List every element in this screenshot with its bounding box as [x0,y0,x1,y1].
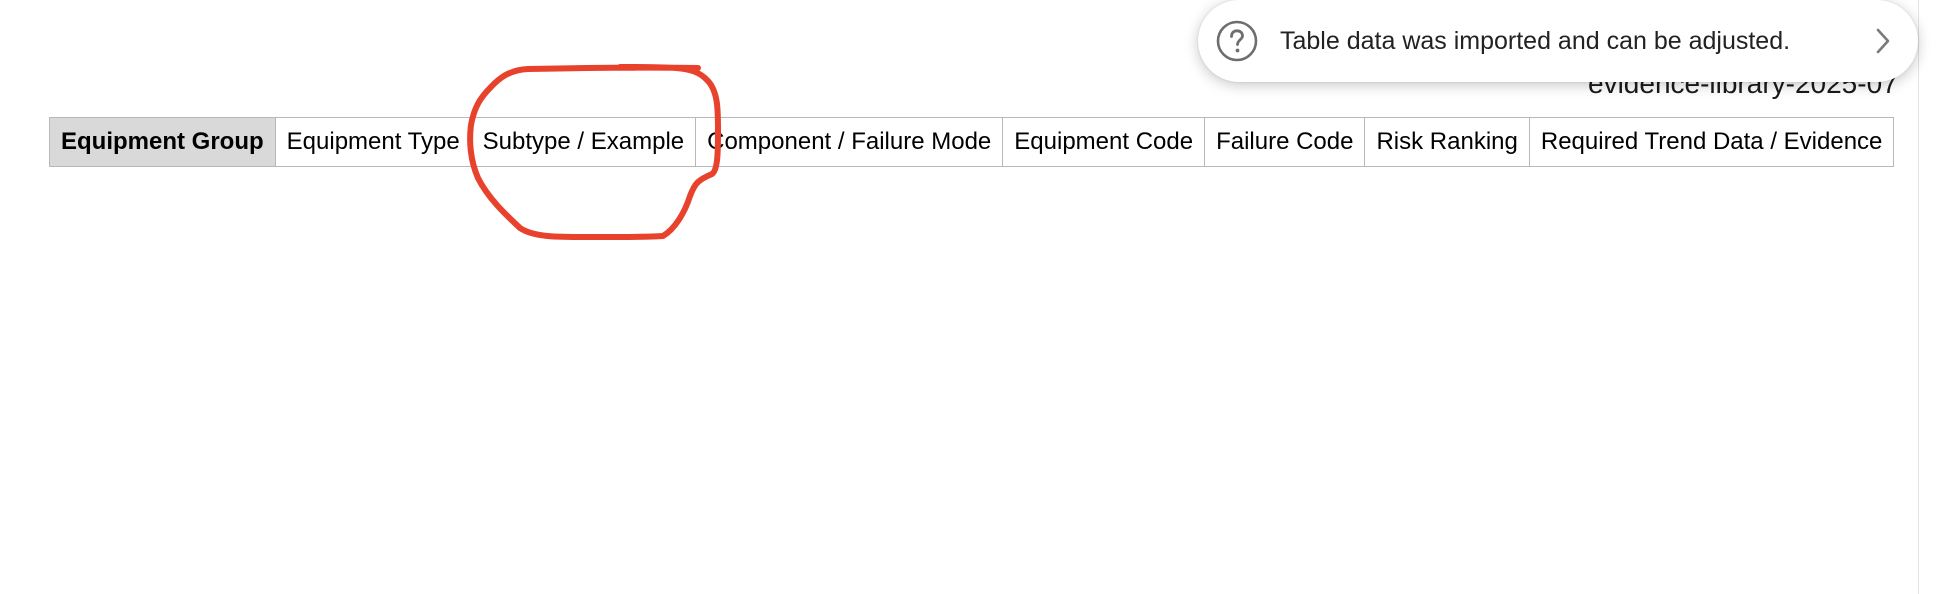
header-cell-equipment-code[interactable]: Equipment Code [1002,117,1206,167]
table-header-row: Equipment Group Equipment Type Subtype /… [49,117,1895,167]
document-canvas: evidence-library-2025-07 Equipment Group… [0,0,1918,594]
header-cell-component-failure-mode[interactable]: Component / Failure Mode [695,117,1004,167]
header-cell-equipment-group[interactable]: Equipment Group [49,117,276,167]
page: evidence-library-2025-07 Equipment Group… [0,0,1936,594]
header-cell-failure-code[interactable]: Failure Code [1204,117,1366,167]
header-cell-subtype-example[interactable]: Subtype / Example [470,117,697,167]
help-icon [1216,20,1258,62]
header-cell-required-trend-data[interactable]: Required Trend Data / Evidence [1528,117,1895,167]
window-edge-divider [1918,0,1919,594]
toast-message: Table data was imported and can be adjus… [1280,26,1791,55]
data-table: Equipment Group Equipment Type Subtype /… [49,117,1895,167]
chevron-right-icon[interactable] [1872,25,1894,57]
header-cell-equipment-type[interactable]: Equipment Type [274,117,472,167]
header-cell-risk-ranking[interactable]: Risk Ranking [1364,117,1530,167]
import-notification-toast[interactable]: Table data was imported and can be adjus… [1198,0,1918,82]
